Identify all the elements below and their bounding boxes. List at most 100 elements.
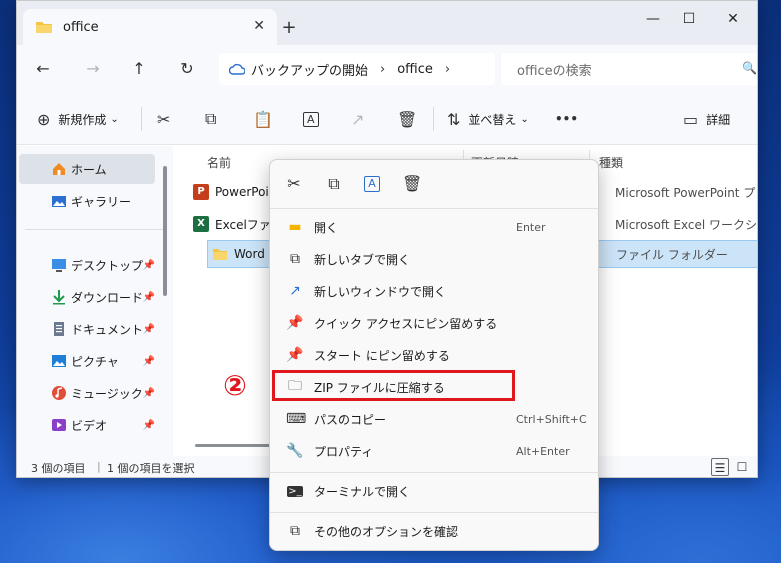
- sidebar-item-documents[interactable]: ドキュメント 📌: [19, 314, 155, 344]
- minimize-button[interactable]: —: [643, 11, 663, 31]
- scissors-icon: ✂: [157, 109, 171, 129]
- forward-button[interactable]: →: [81, 59, 105, 81]
- large-icons-view-button[interactable]: ☐: [733, 458, 751, 476]
- toolbar-divider: [433, 107, 434, 131]
- powerpoint-icon: P: [193, 184, 209, 200]
- address-bar[interactable]: バックアップの開始 › office ›: [219, 53, 495, 85]
- menu-item-open-new-window[interactable]: ↗ 新しいウィンドウで開く: [276, 276, 592, 306]
- menu-separator: [270, 472, 598, 473]
- more-options-button[interactable]: •••: [555, 109, 578, 129]
- sidebar-scrollbar[interactable]: [163, 166, 167, 296]
- menu-item-open[interactable]: ▬ 開く Enter: [276, 212, 592, 242]
- music-icon: [52, 386, 66, 400]
- delete-icon[interactable]: 🗑: [402, 174, 422, 194]
- rename-icon: A: [303, 111, 319, 127]
- search-placeholder: officeの検索: [517, 63, 592, 79]
- pin-icon: 📌: [286, 347, 304, 363]
- sort-icon: ⇅: [447, 109, 461, 129]
- new-button[interactable]: ⊕ 新規作成 ⌄: [37, 109, 119, 129]
- folder-icon: [36, 22, 52, 33]
- more-icon: •••: [555, 112, 579, 126]
- pictures-icon: [52, 355, 66, 367]
- gallery-icon: [52, 196, 66, 207]
- pin-icon[interactable]: 📌: [143, 388, 155, 399]
- share-icon: ↗: [351, 109, 365, 129]
- copy-icon[interactable]: ⧉: [324, 174, 344, 194]
- refresh-button[interactable]: ↻: [175, 59, 199, 81]
- command-bar: ⊕ 新規作成 ⌄ ✂ ⧉ 📋 A ↗ 🗑 ⇅ 並べ替え ⌄ ••• ▭ 詳細: [17, 93, 757, 145]
- file-name: Word: [234, 247, 265, 261]
- folder-open-icon: ▬: [288, 219, 302, 235]
- breadcrumb-office[interactable]: office: [397, 62, 433, 77]
- pin-icon[interactable]: 📌: [143, 420, 155, 431]
- menu-item-label: その他のオプションを確認: [314, 524, 459, 539]
- menu-separator: [270, 208, 598, 209]
- sidebar-divider: [25, 229, 163, 230]
- menu-item-shortcut: Alt+Enter: [516, 444, 570, 458]
- pin-icon[interactable]: 📌: [143, 260, 155, 271]
- tab-office[interactable]: office ✕: [23, 9, 277, 45]
- maximize-button[interactable]: ☐: [679, 11, 699, 31]
- new-tab-icon: ⧉: [290, 251, 300, 267]
- trash-icon: 🗑: [397, 109, 418, 129]
- cut-button[interactable]: ✂: [157, 109, 170, 129]
- pin-icon[interactable]: 📌: [143, 356, 155, 367]
- breadcrumb-backup[interactable]: バックアップの開始: [251, 60, 368, 79]
- sidebar-item-label: ホーム: [71, 162, 107, 177]
- sidebar-item-music[interactable]: ミュージック 📌: [19, 378, 155, 408]
- selection-count: 1 個の項目を選択: [107, 462, 195, 475]
- rename-icon[interactable]: A: [364, 176, 380, 192]
- rename-button[interactable]: A: [303, 109, 319, 129]
- details-pane-button[interactable]: ▭ 詳細: [683, 109, 730, 129]
- share-button[interactable]: ↗: [351, 109, 364, 129]
- pin-icon[interactable]: 📌: [143, 324, 155, 335]
- sidebar-item-video[interactable]: ビデオ 📌: [19, 410, 155, 440]
- download-icon: [53, 290, 65, 305]
- sidebar-item-downloads[interactable]: ダウンロード 📌: [19, 282, 155, 312]
- sidebar-item-pictures[interactable]: ピクチャ 📌: [19, 346, 155, 376]
- tab-title: office: [63, 19, 99, 35]
- back-button[interactable]: ←: [31, 59, 55, 81]
- search-input[interactable]: officeの検索 🔍: [501, 53, 757, 85]
- menu-separator: [270, 512, 598, 513]
- menu-item-pin-start[interactable]: 📌 スタート にピン留めする: [276, 340, 592, 370]
- breadcrumb-separator-icon[interactable]: ›: [380, 62, 385, 77]
- menu-item-show-more-options[interactable]: ⧉ その他のオプションを確認: [276, 516, 592, 546]
- plus-circle-icon: ⊕: [37, 109, 51, 129]
- details-view-button[interactable]: ☰: [711, 458, 729, 476]
- sidebar-item-home[interactable]: ホーム: [19, 154, 155, 184]
- menu-item-copy-path[interactable]: ⌨ パスのコピー Ctrl+Shift+C: [276, 404, 592, 434]
- paste-button[interactable]: 📋: [253, 109, 273, 129]
- menu-item-label: 新しいタブで開く: [314, 252, 411, 267]
- sidebar-item-label: ダウンロード: [71, 290, 144, 305]
- menu-item-pin-quick-access[interactable]: 📌 クイック アクセスにピン留めする: [276, 308, 592, 338]
- copy-button[interactable]: ⧉: [205, 109, 216, 129]
- search-icon[interactable]: 🔍: [742, 61, 757, 75]
- new-label: 新規作成: [58, 112, 107, 127]
- address-row: ← → ↑ ↻ バックアップの開始 › office › officeの検索 🔍: [17, 45, 757, 93]
- terminal-icon: >_: [287, 485, 303, 497]
- tab-close-icon[interactable]: ✕: [253, 18, 265, 34]
- file-type: Microsoft PowerPoint プレゼンテ: [615, 185, 757, 200]
- sort-button[interactable]: ⇅ 並べ替え ⌄: [447, 109, 529, 129]
- folder-icon: [213, 249, 227, 260]
- sidebar-item-gallery[interactable]: ギャラリー: [19, 186, 155, 216]
- new-tab-button[interactable]: +: [279, 17, 299, 38]
- menu-item-properties[interactable]: 🔧 プロパティ Alt+Enter: [276, 436, 592, 466]
- menu-item-open-new-tab[interactable]: ⧉ 新しいタブで開く: [276, 244, 592, 274]
- column-header-type[interactable]: 種類: [599, 154, 623, 171]
- item-count: 3 個の項目: [31, 462, 86, 475]
- close-button[interactable]: ✕: [723, 11, 743, 31]
- sidebar-item-desktop[interactable]: デスクトップ 📌: [19, 250, 155, 280]
- chevron-down-icon: ⌄: [110, 113, 119, 125]
- pin-icon[interactable]: 📌: [143, 292, 155, 303]
- cut-icon[interactable]: ✂: [284, 174, 304, 194]
- breadcrumb-separator-icon[interactable]: ›: [445, 62, 450, 77]
- column-header-name[interactable]: 名前: [207, 154, 231, 171]
- delete-button[interactable]: 🗑: [397, 109, 417, 129]
- menu-item-open-terminal[interactable]: >_ ターミナルで開く: [276, 476, 592, 506]
- details-pane-icon: ▭: [683, 109, 699, 129]
- cloud-backup-icon: [229, 63, 245, 75]
- up-button[interactable]: ↑: [127, 59, 151, 81]
- wrench-icon: 🔧: [286, 443, 304, 459]
